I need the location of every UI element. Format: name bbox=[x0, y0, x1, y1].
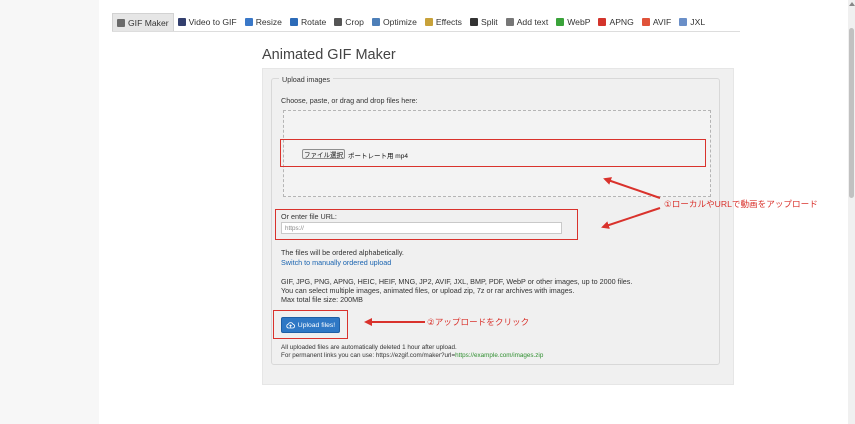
add-text-icon bbox=[505, 18, 514, 26]
annotation-upload-local-url: ①ローカルやURLで動画をアップロード bbox=[664, 199, 818, 209]
upload-files-label: Upload files! bbox=[297, 321, 336, 329]
permanent-links-prefix: For permanent links you can use: https:/… bbox=[281, 352, 456, 359]
upload-files-button[interactable]: Upload files! bbox=[281, 317, 340, 333]
nav-item-apng[interactable]: APNG bbox=[594, 13, 637, 31]
nav-item-optimize[interactable]: Optimize bbox=[368, 13, 421, 31]
nav-item-add-text[interactable]: Add text bbox=[502, 13, 553, 31]
nav-item-label: JXL bbox=[690, 17, 706, 27]
rotate-icon bbox=[289, 18, 298, 26]
nav-item-avif[interactable]: AVIF bbox=[638, 13, 675, 31]
max-file-size: Max total file size: 200MB bbox=[281, 295, 363, 304]
effects-icon bbox=[424, 18, 433, 26]
vertical-scrollbar[interactable] bbox=[848, 0, 855, 424]
file-url-label: Or enter file URL: bbox=[281, 212, 337, 221]
file-url-input[interactable]: https:// bbox=[281, 222, 562, 234]
selected-file-name: ポートレート用 mp4 bbox=[348, 153, 408, 160]
nav-item-label: Effects bbox=[435, 17, 462, 27]
crop-icon bbox=[334, 18, 343, 26]
page-title: Animated GIF Maker bbox=[262, 47, 396, 63]
nav-item-jxl[interactable]: JXL bbox=[675, 13, 709, 31]
nav-item-resize[interactable]: Resize bbox=[241, 13, 286, 31]
formats-line-1: GIF, JPG, PNG, APNG, HEIC, HEIF, MNG, JP… bbox=[281, 277, 633, 286]
nav-item-label: AVIF bbox=[652, 17, 672, 27]
nav-item-label: Rotate bbox=[300, 17, 327, 27]
optimize-icon bbox=[371, 18, 380, 26]
scroll-up-arrow-icon[interactable] bbox=[849, 2, 855, 6]
nav-item-split[interactable]: Split bbox=[466, 13, 502, 31]
nav-item-webp[interactable]: WebP bbox=[552, 13, 594, 31]
webp-icon bbox=[556, 18, 565, 26]
resize-icon bbox=[244, 18, 253, 26]
avif-icon bbox=[641, 18, 650, 26]
nav-item-video-to-gif[interactable]: Video to GIF bbox=[174, 13, 241, 31]
order-note: The files will be ordered alphabetically… bbox=[281, 248, 404, 257]
nav-item-label: Video to GIF bbox=[188, 17, 237, 27]
nav-item-effects[interactable]: Effects bbox=[421, 13, 466, 31]
switch-ordered-upload-link[interactable]: Switch to manually ordered upload bbox=[281, 258, 391, 267]
nav-item-rotate[interactable]: Rotate bbox=[286, 13, 330, 31]
nav-item-gif-maker[interactable]: GIF Maker bbox=[112, 13, 174, 31]
upload-legend: Upload images bbox=[279, 75, 333, 84]
cloud-upload-icon bbox=[286, 321, 295, 328]
nav-item-label: APNG bbox=[609, 17, 634, 27]
video-to-gif-icon bbox=[177, 18, 186, 26]
permanent-links-note: For permanent links you can use: https:/… bbox=[281, 352, 543, 359]
choose-file-button[interactable]: ファイル選択 bbox=[302, 149, 345, 159]
nav-item-label: Resize bbox=[255, 17, 282, 27]
nav-item-label: Add text bbox=[516, 17, 549, 27]
apng-icon bbox=[598, 18, 607, 26]
auto-delete-note: All uploaded files are automatically del… bbox=[281, 344, 457, 351]
nav-item-label: Optimize bbox=[382, 17, 417, 27]
split-icon bbox=[469, 18, 478, 26]
annotation-click-upload: ②アップロードをクリック bbox=[427, 317, 530, 327]
nav-item-label: Split bbox=[480, 17, 498, 27]
formats-line-2: You can select multiple images, animated… bbox=[281, 286, 575, 295]
nav-item-label: GIF Maker bbox=[128, 17, 169, 28]
choose-files-label: Choose, paste, or drag and drop files he… bbox=[281, 96, 418, 105]
nav-item-label: Crop bbox=[345, 17, 364, 27]
jxl-icon bbox=[679, 18, 688, 26]
scrollbar-thumb[interactable] bbox=[849, 28, 854, 198]
tool-nav: GIF Maker Video to GIF Resize Rotate Crop Opt… bbox=[112, 13, 740, 32]
gif-maker-icon bbox=[117, 18, 125, 27]
nav-item-label: WebP bbox=[567, 17, 591, 27]
example-zip-link[interactable]: https://example.com/images.zip bbox=[455, 352, 543, 359]
nav-item-crop[interactable]: Crop bbox=[330, 13, 368, 31]
